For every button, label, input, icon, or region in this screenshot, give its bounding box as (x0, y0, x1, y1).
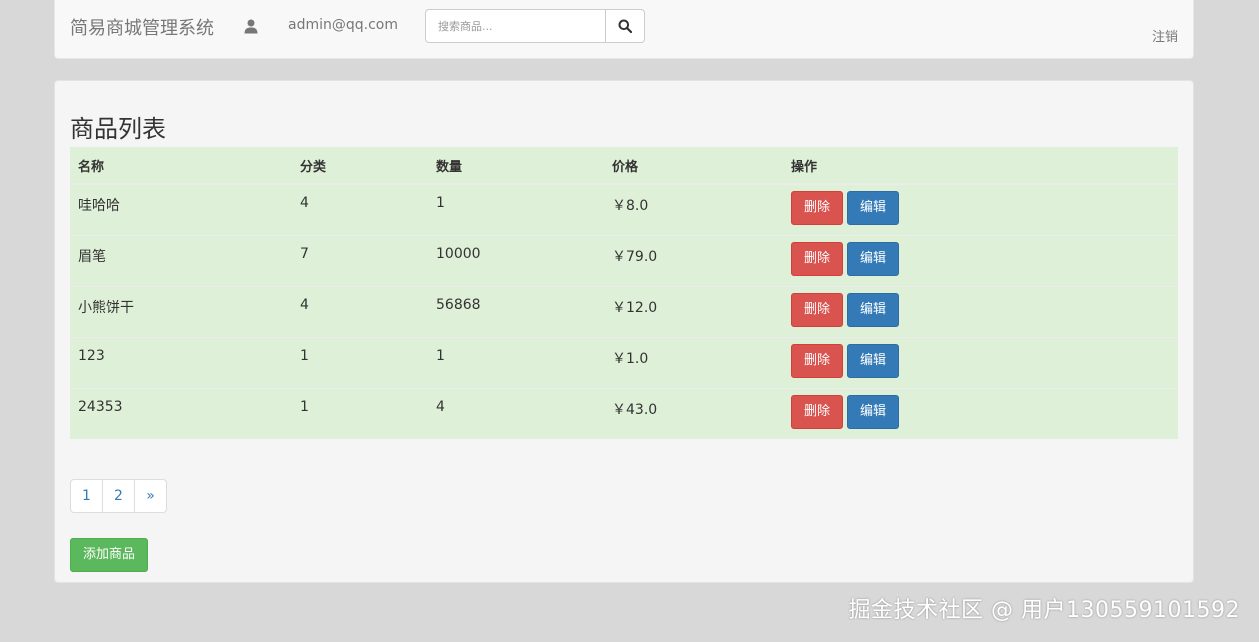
page-link-2[interactable]: 2 (102, 479, 135, 513)
edit-button[interactable]: 编辑 (847, 292, 900, 327)
cell-category: 1 (292, 336, 428, 388)
table-row: 哇哈哈 4 1 ￥8.0 删除 编辑 (70, 183, 1178, 235)
logout-link[interactable]: 注销 (1152, 26, 1178, 45)
cell-category: 4 (292, 183, 428, 235)
cell-category: 1 (292, 387, 428, 439)
top-navbar: 简易商城管理系统 admin@qq.com 注销 (54, 0, 1194, 59)
table-header-row: 名称 分类 数量 价格 操作 (70, 147, 1178, 185)
page-next[interactable]: » (134, 479, 167, 513)
main-panel: 商品列表 名称 分类 数量 价格 操作 哇哈哈 4 1 ￥8.0 删除 编辑 眉… (54, 80, 1194, 583)
delete-button[interactable]: 删除 (791, 241, 844, 276)
page-title: 商品列表 (70, 115, 166, 143)
search-group (425, 9, 645, 43)
page-link-1[interactable]: 1 (70, 479, 103, 513)
table-row: 123 1 1 ￥1.0 删除 编辑 (70, 336, 1178, 388)
cell-actions: 删除 编辑 (783, 183, 1178, 235)
table-row: 24353 1 4 ￥43.0 删除 编辑 (70, 387, 1178, 439)
pagination: 1 2 » (70, 479, 167, 513)
table-row: 小熊饼干 4 56868 ￥12.0 删除 编辑 (70, 285, 1178, 337)
cell-actions: 删除 编辑 (783, 387, 1178, 439)
search-icon (618, 19, 632, 33)
header-quantity: 数量 (428, 147, 604, 185)
header-name: 名称 (70, 147, 292, 185)
cell-actions: 删除 编辑 (783, 285, 1178, 337)
brand-title[interactable]: 简易商城管理系统 (70, 14, 214, 40)
delete-button[interactable]: 删除 (791, 191, 844, 225)
cell-price: ￥8.0 (604, 183, 783, 235)
cell-quantity: 1 (428, 336, 604, 388)
delete-button[interactable]: 删除 (791, 292, 844, 327)
cell-actions: 删除 编辑 (783, 336, 1178, 388)
edit-button[interactable]: 编辑 (847, 191, 900, 225)
cell-price: ￥1.0 (604, 336, 783, 388)
edit-button[interactable]: 编辑 (847, 241, 900, 276)
search-input[interactable] (425, 9, 605, 43)
cell-quantity: 10000 (428, 234, 604, 286)
cell-price: ￥43.0 (604, 387, 783, 439)
cell-quantity: 4 (428, 387, 604, 439)
user-icon (243, 18, 259, 34)
header-price: 价格 (604, 147, 783, 185)
cell-name: 眉笔 (70, 234, 292, 286)
cell-price: ￥79.0 (604, 234, 783, 286)
cell-actions: 删除 编辑 (783, 234, 1178, 286)
user-email: admin@qq.com (288, 17, 398, 33)
products-table: 名称 分类 数量 价格 操作 哇哈哈 4 1 ￥8.0 删除 编辑 眉笔 7 10… (70, 147, 1178, 439)
delete-button[interactable]: 删除 (791, 343, 844, 378)
edit-button[interactable]: 编辑 (847, 343, 900, 378)
search-button[interactable] (605, 9, 645, 43)
cell-quantity: 56868 (428, 285, 604, 337)
watermark: 掘金技术社区 @ 用户130559101592 (848, 598, 1240, 623)
cell-name: 哇哈哈 (70, 183, 292, 235)
header-actions: 操作 (783, 147, 1178, 185)
add-product-button[interactable]: 添加商品 (70, 538, 149, 572)
delete-button[interactable]: 删除 (791, 394, 844, 429)
table-row: 眉笔 7 10000 ￥79.0 删除 编辑 (70, 234, 1178, 286)
cell-category: 4 (292, 285, 428, 337)
cell-name: 小熊饼干 (70, 285, 292, 337)
cell-name: 24353 (70, 387, 292, 439)
cell-price: ￥12.0 (604, 285, 783, 337)
cell-quantity: 1 (428, 183, 604, 235)
header-category: 分类 (292, 147, 428, 185)
cell-category: 7 (292, 234, 428, 286)
cell-name: 123 (70, 336, 292, 388)
edit-button[interactable]: 编辑 (847, 394, 900, 429)
